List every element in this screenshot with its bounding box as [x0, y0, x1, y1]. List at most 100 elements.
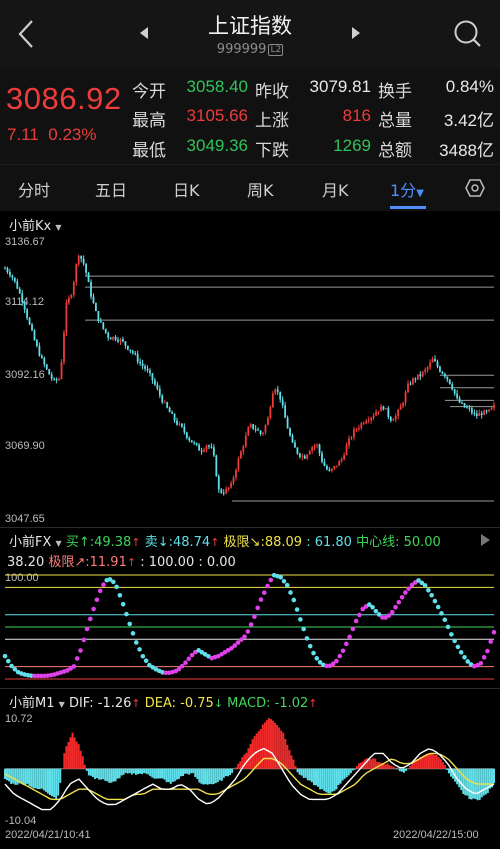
fx-dot: [439, 611, 444, 616]
fx-dot: [314, 656, 320, 661]
kline-candle: [72, 282, 75, 295]
fx-dot: [117, 593, 123, 598]
kline-candle: [439, 366, 441, 372]
macd-dropdown-icon: ▼: [58, 700, 65, 709]
volume-label: 总量: [378, 111, 412, 131]
kline-candle: [215, 455, 218, 477]
macd-indicator-name[interactable]: 小前M1 ▼: [9, 696, 65, 711]
divider: [0, 688, 500, 689]
kline-candle: [321, 453, 323, 462]
kline-candle: [87, 272, 90, 283]
search-icon[interactable]: [453, 19, 483, 49]
fx-dot: [311, 650, 316, 656]
fx-dot: [298, 617, 303, 622]
kline-candle: [480, 413, 483, 416]
fx-dot: [488, 639, 494, 644]
kline-candle: [124, 341, 127, 346]
kline-candle: [232, 477, 235, 484]
kline-candle: [338, 461, 341, 466]
fx-dot: [370, 604, 375, 610]
kline-candle: [271, 393, 274, 408]
kline-candle: [463, 403, 466, 408]
kline-candle: [274, 389, 277, 394]
kline-candle: [286, 417, 289, 429]
kline-candle: [394, 416, 397, 420]
kline-candle: [82, 258, 85, 264]
next-stock-icon[interactable]: [351, 27, 361, 39]
kline-candle: [326, 465, 328, 470]
fx-sell: 卖↓:48.74: [144, 535, 211, 550]
kline-candle: [171, 412, 173, 414]
kline-candle: [4, 268, 6, 270]
kline-candle: [70, 294, 73, 298]
kline-candle: [244, 435, 247, 447]
fx-dot: [186, 656, 192, 662]
fx-dot: [462, 654, 467, 660]
tab-intraday[interactable]: 分时: [18, 177, 50, 201]
kline-candle: [43, 357, 46, 365]
tab-monthly-k[interactable]: 月K: [322, 177, 349, 201]
kline-candle: [360, 423, 363, 428]
kline-candle: [340, 458, 343, 462]
kline-candle: [144, 366, 146, 369]
kline-candle: [129, 349, 132, 352]
kline-candle: [409, 383, 412, 385]
macd-chart[interactable]: [0, 710, 500, 828]
high-value: 3105.66: [186, 106, 248, 125]
kline-candle: [225, 488, 228, 494]
kline-candle: [451, 384, 454, 390]
kline-candle: [301, 455, 304, 457]
fx-dot: [449, 632, 454, 637]
kline-candle: [284, 405, 287, 418]
kline-candle: [412, 378, 414, 385]
kline-chart[interactable]: [0, 236, 500, 526]
kline-candle: [151, 373, 154, 381]
kline-indicator-name[interactable]: 小前Kx ▼: [9, 215, 62, 234]
kline-candle: [431, 359, 434, 363]
kline-candle: [279, 391, 282, 400]
kline-candle: [380, 406, 382, 412]
kline-candle: [313, 445, 316, 448]
volume-value: 3.42亿: [443, 111, 494, 130]
tab-daily-k[interactable]: 日K: [173, 177, 200, 201]
fx-dot: [445, 624, 451, 630]
fx-dot: [291, 597, 297, 603]
fx-dot: [127, 621, 133, 627]
kline-candle: [257, 429, 260, 431]
kline-candle: [217, 476, 220, 490]
kline-candle: [80, 255, 83, 259]
fx-dot: [393, 604, 398, 610]
kline-candle: [384, 408, 387, 410]
fx-dot: [111, 579, 116, 585]
fx-indicator-name[interactable]: 小前FX ▼: [9, 535, 62, 550]
fx-dot: [124, 611, 129, 617]
fx-dot: [399, 594, 405, 600]
kline-candle: [461, 402, 463, 404]
kline-candle: [50, 374, 53, 379]
kline-candle: [176, 420, 178, 425]
fx-dot: [458, 650, 464, 655]
fx-dot: [5, 658, 11, 664]
kline-candle: [11, 275, 14, 278]
kline-candle: [259, 430, 262, 434]
kline-candle: [402, 403, 404, 407]
kline-candle: [227, 487, 230, 489]
open-label: 今开: [132, 82, 166, 102]
fx-dot: [143, 658, 149, 664]
fx-sell-arrow: ↑: [210, 536, 220, 549]
kline-candle: [65, 302, 68, 333]
fx-legend-line2: 38.20 极限↗:11.91↑ : 100.00 : 0.00: [7, 551, 236, 570]
kline-candle: [421, 371, 424, 377]
tab-five-day[interactable]: 五日: [95, 177, 127, 201]
fx-dot: [179, 663, 185, 669]
kline-candle: [141, 363, 144, 367]
chart-settings-icon[interactable]: [465, 179, 485, 197]
kline-candle: [468, 407, 471, 409]
macd-dea: DEA: -0.75: [144, 696, 214, 711]
kline-candle: [158, 388, 161, 396]
macd-legend: 小前M1 ▼ DIF: -1.26↑ DEA: -0.75↓ MACD: -1.…: [9, 692, 318, 711]
tab-weekly-k[interactable]: 周K: [247, 177, 274, 201]
kline-candle: [75, 264, 78, 283]
fx-chart[interactable]: [0, 570, 500, 686]
tab-one-minute[interactable]: 1分▼: [390, 177, 424, 201]
